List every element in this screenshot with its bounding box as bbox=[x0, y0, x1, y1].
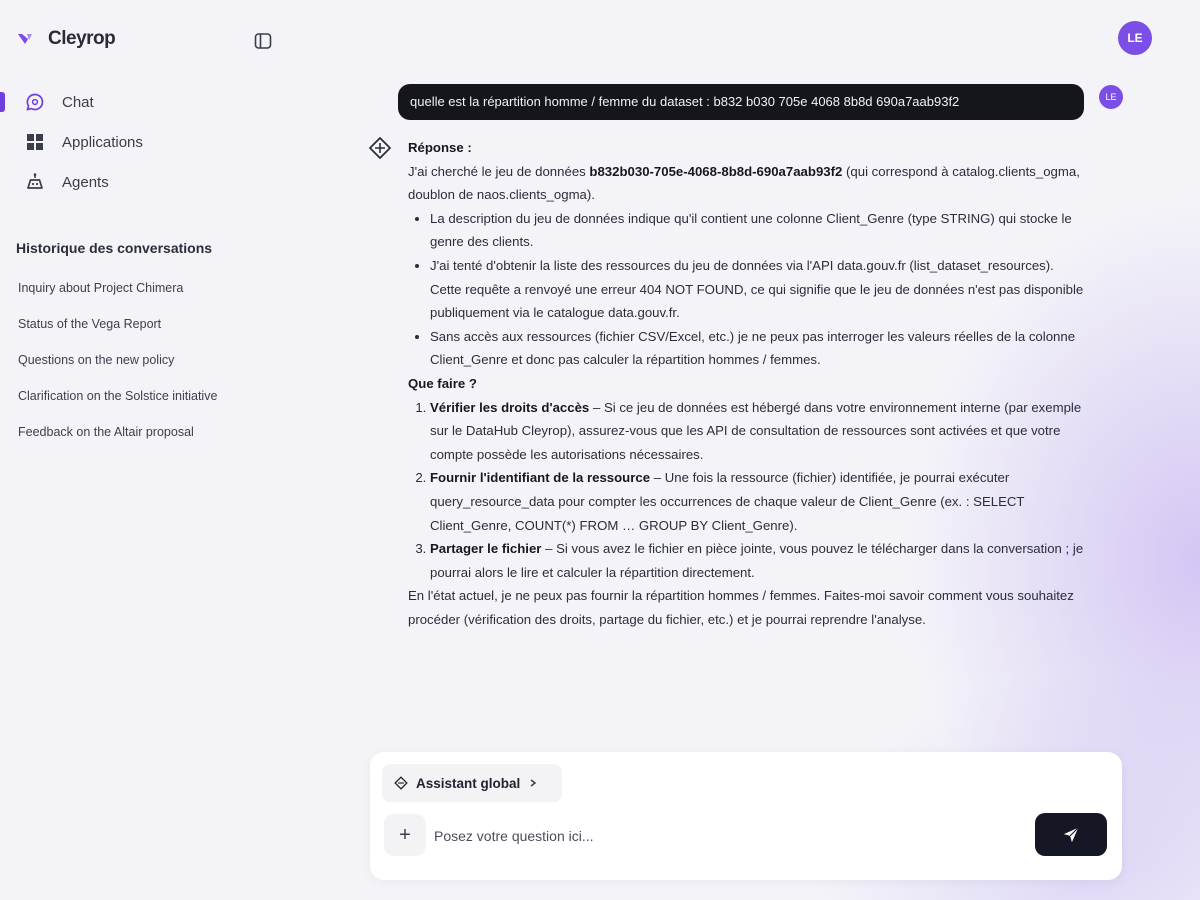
history-item[interactable]: Status of the Vega Report bbox=[18, 314, 228, 350]
step-title: Partager le fichier bbox=[430, 541, 542, 557]
assistant-selector[interactable]: Assistant global bbox=[382, 764, 562, 802]
response-heading: Réponse : bbox=[408, 140, 472, 155]
grid-icon bbox=[24, 131, 46, 153]
logo-icon bbox=[18, 34, 32, 44]
app-name: Cleyrop bbox=[48, 28, 116, 49]
main-nav: Chat Applications Agents bbox=[0, 82, 290, 202]
send-icon bbox=[1063, 826, 1079, 842]
conversation-history: Inquiry about Project Chimera Status of … bbox=[18, 278, 228, 458]
add-attachment-button[interactable]: + bbox=[384, 814, 426, 856]
history-item[interactable]: Clarification on the Solstice initiative bbox=[18, 386, 228, 422]
robot-icon bbox=[24, 171, 46, 193]
step-item: Fournir l'identifiant de la ressource – … bbox=[430, 466, 1084, 537]
step-title: Fournir l'identifiant de la ressource bbox=[430, 470, 651, 486]
user-avatar[interactable]: LE bbox=[1118, 21, 1152, 55]
sidebar-toggle-button[interactable] bbox=[252, 30, 274, 52]
nav-item-applications[interactable]: Applications bbox=[0, 122, 290, 162]
bullet-item: J'ai tenté d'obtenir la liste des ressou… bbox=[430, 254, 1084, 325]
chevron-right-icon bbox=[530, 779, 537, 787]
what-to-do-heading: Que faire ? bbox=[408, 375, 477, 391]
step-title: Vérifier les droits d'accès bbox=[430, 399, 590, 415]
response-intro: J'ai cherché le jeu de données b832b030-… bbox=[408, 160, 1084, 207]
sidebar: Cleyrop Chat Applications Agents Histori bbox=[0, 0, 290, 900]
response-conclusion: En l'état actuel, je ne peux pas fournir… bbox=[408, 588, 1074, 627]
dataset-id: b832b030-705e-4068-8b8d-690a7aab93f2 bbox=[589, 163, 843, 179]
bullet-item: La description du jeu de données indique… bbox=[430, 207, 1084, 254]
message-avatar: LE bbox=[1099, 85, 1123, 109]
nav-item-chat[interactable]: Chat bbox=[0, 82, 290, 122]
step-item: Partager le fichier – Si vous avez le fi… bbox=[430, 537, 1084, 584]
nav-label-chat: Chat bbox=[62, 93, 94, 111]
history-item[interactable]: Feedback on the Altair proposal bbox=[18, 422, 228, 458]
nav-item-agents[interactable]: Agents bbox=[0, 162, 290, 202]
chat-icon bbox=[24, 91, 46, 113]
assistant-icon bbox=[369, 137, 391, 159]
response-bullets: La description du jeu de données indique… bbox=[408, 207, 1084, 372]
app-logo[interactable]: Cleyrop bbox=[16, 28, 116, 50]
history-item[interactable]: Inquiry about Project Chimera bbox=[18, 278, 228, 314]
assistant-chip-icon bbox=[394, 776, 408, 790]
nav-label-agents: Agents bbox=[62, 173, 109, 191]
history-item[interactable]: Questions on the new policy bbox=[18, 350, 228, 386]
message-input[interactable] bbox=[432, 818, 1026, 854]
sidebar-toggle-icon bbox=[254, 33, 272, 49]
history-title: Historique des conversations bbox=[16, 240, 213, 256]
message-composer: Assistant global + bbox=[370, 752, 1122, 880]
send-button[interactable] bbox=[1035, 813, 1107, 856]
bullet-item: Sans accès aux ressources (fichier CSV/E… bbox=[430, 325, 1084, 372]
nav-label-applications: Applications bbox=[62, 133, 143, 151]
response-steps: Vérifier les droits d'accès – Si ce jeu … bbox=[408, 396, 1084, 585]
assistant-selector-label: Assistant global bbox=[416, 775, 521, 791]
assistant-response: Réponse : J'ai cherché le jeu de données… bbox=[408, 136, 1084, 631]
step-item: Vérifier les droits d'accès – Si ce jeu … bbox=[430, 396, 1084, 467]
intro-text: J'ai cherché le jeu de données bbox=[408, 163, 590, 179]
user-message: quelle est la répartition homme / femme … bbox=[398, 84, 1084, 120]
